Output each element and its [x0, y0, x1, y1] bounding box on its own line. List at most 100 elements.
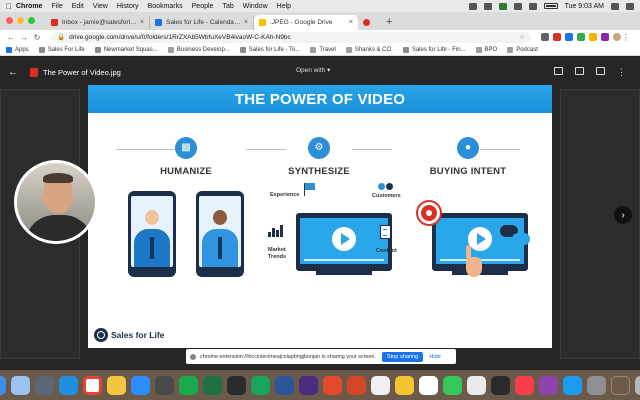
bookmark-item[interactable]: Sales For Life — [38, 46, 85, 53]
launchpad-icon[interactable] — [34, 375, 54, 395]
menu-chrome[interactable]: Chrome — [16, 3, 42, 10]
menu-people[interactable]: People — [192, 3, 214, 10]
extension-icon[interactable] — [601, 33, 609, 41]
back-arrow-icon[interactable]: ← — [8, 67, 18, 78]
next-file-arrow-icon[interactable]: › — [614, 206, 632, 224]
bookmark-folder[interactable]: Shanks & CO. — [345, 46, 393, 53]
search-icon[interactable] — [611, 2, 619, 10]
print-icon[interactable] — [596, 67, 605, 75]
comment-icon[interactable] — [575, 67, 584, 75]
extension-icon[interactable] — [553, 33, 561, 41]
finder-icon[interactable] — [0, 375, 6, 395]
app-store-icon[interactable] — [562, 375, 582, 395]
list-icon[interactable] — [626, 2, 634, 10]
app-icon[interactable] — [442, 375, 462, 395]
minimize-window-button[interactable] — [17, 17, 24, 24]
extension-icon[interactable] — [577, 33, 585, 41]
calendar-icon[interactable] — [418, 375, 438, 395]
system-preferences-icon[interactable] — [586, 375, 606, 395]
drive-content-dimmed — [560, 89, 640, 359]
app-icon[interactable] — [298, 375, 318, 395]
menubar-clock[interactable]: Tue 9:03 AM — [565, 3, 604, 10]
tab-google-drive[interactable]: .JPEG - Google Drive × — [254, 15, 358, 30]
app-icon[interactable] — [322, 375, 342, 395]
close-tab-icon[interactable]: × — [140, 19, 144, 26]
menu-bookmarks[interactable]: Bookmarks — [148, 3, 183, 10]
maximize-window-button[interactable] — [28, 17, 35, 24]
bookmark-apps[interactable]: Apps — [6, 46, 29, 53]
safari-icon[interactable] — [58, 375, 78, 395]
open-with-button[interactable]: Open with ▾ — [296, 66, 330, 74]
menu-view[interactable]: View — [93, 3, 108, 10]
close-window-button[interactable] — [6, 17, 13, 24]
extension-icon[interactable] — [541, 33, 549, 41]
new-tab-button[interactable]: + — [386, 15, 392, 30]
folder-icon[interactable] — [610, 375, 630, 395]
menu-help[interactable]: Help — [277, 3, 291, 10]
label-market-trends: Market Trends — [268, 247, 287, 261]
profile-avatar[interactable] — [613, 33, 621, 41]
forward-icon[interactable]: → — [19, 33, 29, 42]
music-icon[interactable] — [514, 375, 534, 395]
messages-icon[interactable] — [250, 375, 270, 395]
powerpoint-icon[interactable] — [346, 375, 366, 395]
tab-recording[interactable] — [358, 15, 380, 30]
menu-tab[interactable]: Tab — [222, 3, 233, 10]
folder-icon — [310, 46, 317, 53]
status-icon[interactable] — [498, 2, 507, 10]
menu-history[interactable]: History — [117, 3, 139, 10]
column-humanize: ▩ HUMANIZE — [126, 137, 246, 177]
bookmark-folder[interactable]: Business Develop... — [167, 46, 230, 53]
logo-mark-icon — [94, 328, 108, 342]
status-icon[interactable] — [468, 2, 477, 10]
add-to-drive-icon[interactable] — [554, 67, 563, 75]
bookmark-folder[interactable]: Podcast — [507, 46, 538, 53]
siri-icon[interactable] — [10, 375, 30, 395]
notes-icon[interactable] — [370, 375, 390, 395]
reload-icon[interactable]: ↻ — [32, 33, 42, 42]
app-icon[interactable] — [154, 375, 174, 395]
bookmark-label: Travel — [319, 46, 336, 53]
hide-button[interactable]: Hide — [429, 354, 441, 360]
close-tab-icon[interactable]: × — [349, 19, 353, 26]
podcasts-icon[interactable] — [538, 375, 558, 395]
bookmark-folder[interactable]: Travel — [310, 46, 336, 53]
bookmark-item[interactable]: Sales for Life - Fin... — [402, 46, 466, 53]
more-icon[interactable]: ⋮ — [617, 67, 626, 78]
menu-icon[interactable]: ⋮ — [621, 33, 631, 42]
wifi-icon[interactable] — [513, 2, 522, 10]
battery-icon[interactable] — [543, 3, 558, 9]
status-area: Tue 9:03 AM — [468, 2, 634, 10]
bookmark-item[interactable]: Sales for Life - To... — [239, 46, 300, 53]
word-icon[interactable] — [274, 375, 294, 395]
lock-icon[interactable]: 🔒 — [57, 33, 65, 41]
stickies-icon[interactable] — [394, 375, 414, 395]
extension-icon[interactable] — [565, 33, 573, 41]
tab-gmail[interactable]: Inbox - jamie@salesforlife.com × — [46, 15, 150, 30]
star-icon[interactable]: ☆ — [519, 33, 525, 41]
chrome-icon[interactable] — [82, 375, 102, 395]
address-bar[interactable]: 🔒 drive.google.com/drive/u/0/folders/1Rr… — [51, 31, 531, 43]
stop-sharing-button[interactable]: Stop sharing — [381, 351, 424, 362]
menu-edit[interactable]: Edit — [72, 3, 84, 10]
volume-icon[interactable] — [528, 2, 537, 10]
tab-calendar[interactable]: Sales for Life - Calendar - Eve × — [150, 15, 254, 30]
bookmark-item[interactable]: Newmarket Squas... — [94, 46, 158, 53]
app-icon[interactable] — [490, 375, 510, 395]
close-tab-icon[interactable]: × — [244, 19, 248, 26]
menu-window[interactable]: Window — [243, 3, 268, 10]
reminders-icon[interactable] — [466, 375, 486, 395]
zoom-icon[interactable] — [130, 375, 150, 395]
status-icon[interactable] — [483, 2, 492, 10]
facetime-icon[interactable] — [178, 375, 198, 395]
bookmark-folder[interactable]: BPO — [475, 46, 497, 53]
trash-icon[interactable] — [634, 375, 640, 395]
excel-icon[interactable] — [202, 375, 222, 395]
photos-icon[interactable] — [106, 375, 126, 395]
extension-icon[interactable] — [589, 33, 597, 41]
back-icon[interactable]: ← — [6, 33, 16, 42]
webcam-bubble[interactable] — [14, 160, 98, 244]
app-icon[interactable] — [226, 375, 246, 395]
apple-icon[interactable]:  — [6, 2, 16, 11]
menu-file[interactable]: File — [51, 3, 62, 10]
